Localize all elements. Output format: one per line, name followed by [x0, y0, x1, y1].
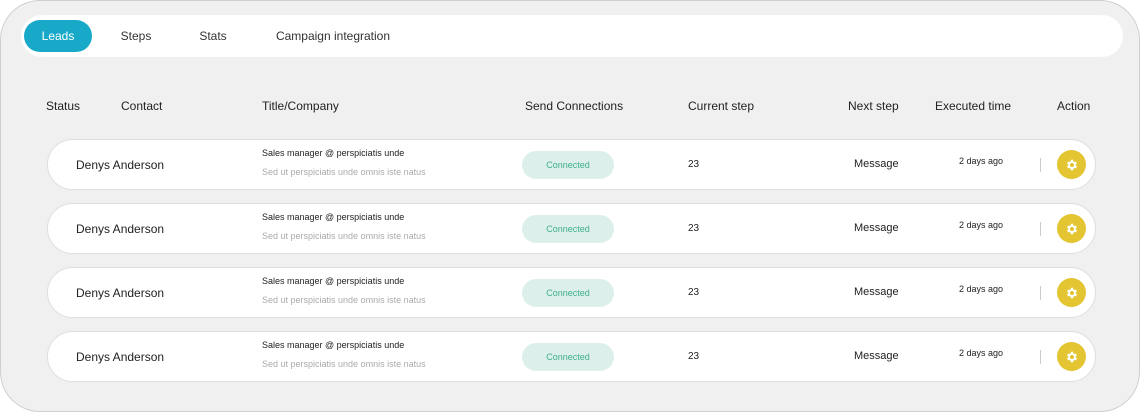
settings-button[interactable] [1057, 278, 1086, 307]
leads-panel: Leads Steps Stats Campaign integration S… [0, 0, 1140, 412]
tab-leads[interactable]: Leads [24, 20, 92, 52]
header-status: Status [46, 99, 81, 113]
divider [1040, 286, 1041, 300]
status-badge: Connected [522, 343, 614, 371]
table-row[interactable]: Denys Anderson Sales manager @ perspiciat… [47, 139, 1096, 190]
next-step-value: Message [854, 222, 899, 234]
table-row[interactable]: Denys Anderson Sales manager @ perspiciat… [47, 203, 1096, 254]
job-title: Sales manager @ perspiciatis unde [262, 212, 405, 222]
job-title: Sales manager @ perspiciatis unde [262, 340, 405, 350]
contact-name: Denys Anderson [76, 222, 165, 236]
header-action: Action [1057, 99, 1091, 113]
job-title: Sales manager @ perspiciatis unde [262, 148, 405, 158]
job-title: Sales manager @ perspiciatis unde [262, 276, 405, 286]
executed-time-value: 2 days ago [959, 156, 1004, 166]
settings-button[interactable] [1057, 214, 1086, 243]
current-step-value: 23 [688, 159, 700, 170]
divider [1040, 158, 1041, 172]
gear-icon [1065, 286, 1079, 300]
status-badge: Connected [522, 215, 614, 243]
settings-button[interactable] [1057, 342, 1086, 371]
gear-icon [1065, 350, 1079, 364]
current-step-value: 23 [688, 287, 700, 298]
header-title-company: Title/Company [262, 99, 339, 113]
tab-campaign-integration[interactable]: Campaign integration [265, 20, 401, 52]
executed-time-value: 2 days ago [959, 284, 1004, 294]
header-next-step: Next step [848, 99, 899, 113]
contact-name: Denys Anderson [76, 350, 165, 364]
divider [1040, 222, 1041, 236]
header-contact: Contact [121, 99, 163, 113]
header-current-step: Current step [688, 99, 755, 113]
gear-icon-svg [1066, 287, 1077, 298]
contact-name: Denys Anderson [76, 158, 165, 172]
next-step-value: Message [854, 158, 899, 170]
executed-time-value: 2 days ago [959, 348, 1004, 358]
executed-time-value: 2 days ago [959, 220, 1004, 230]
next-step-value: Message [854, 350, 899, 362]
table-row[interactable]: Denys Anderson Sales manager @ perspiciat… [47, 331, 1096, 382]
tab-bar: Leads Steps Stats Campaign integration [21, 15, 1123, 57]
gear-icon [1065, 158, 1079, 172]
divider [1040, 350, 1041, 364]
header-send-connections: Send Connections [525, 99, 624, 113]
company-description: Sed ut perspiciatis unde omnis iste natu… [262, 295, 426, 305]
current-step-value: 23 [688, 351, 700, 362]
tab-stats[interactable]: Stats [187, 20, 239, 52]
settings-button[interactable] [1057, 150, 1086, 179]
company-description: Sed ut perspiciatis unde omnis iste natu… [262, 231, 426, 241]
gear-icon-svg [1066, 223, 1077, 234]
next-step-value: Message [854, 286, 899, 298]
status-badge: Connected [522, 279, 614, 307]
company-description: Sed ut perspiciatis unde omnis iste natu… [262, 167, 426, 177]
gear-icon [1065, 222, 1079, 236]
company-description: Sed ut perspiciatis unde omnis iste natu… [262, 359, 426, 369]
table-row[interactable]: Denys Anderson Sales manager @ perspiciat… [47, 267, 1096, 318]
gear-icon-svg [1066, 351, 1077, 362]
status-badge: Connected [522, 151, 614, 179]
contact-name: Denys Anderson [76, 286, 165, 300]
gear-icon-svg [1066, 159, 1077, 170]
header-executed-time: Executed time [935, 99, 1012, 113]
tab-steps[interactable]: Steps [109, 20, 163, 52]
current-step-value: 23 [688, 223, 700, 234]
